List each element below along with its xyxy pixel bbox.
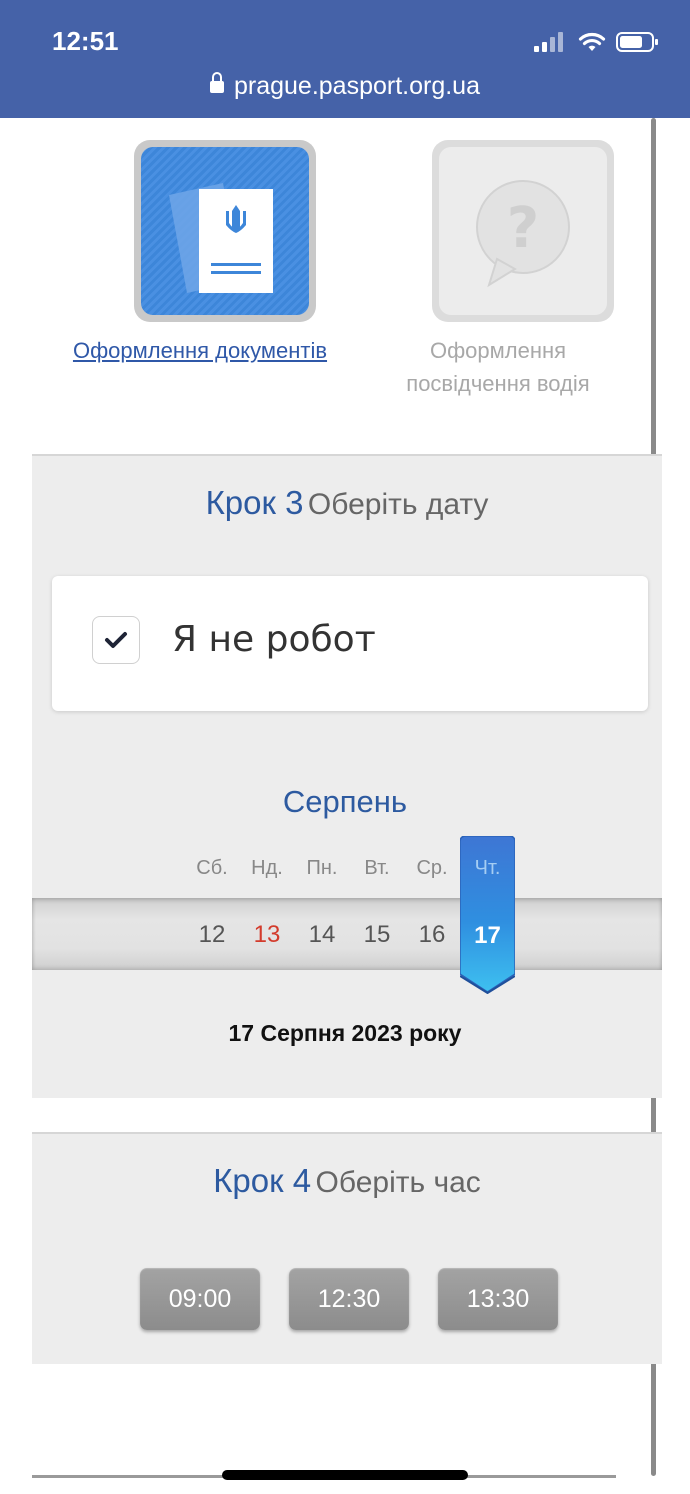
clock: 12:51 — [52, 26, 119, 56]
step3-heading: Крок 3 Оберіть дату — [32, 484, 662, 522]
selected-date-marker[interactable]: Чт. 17 — [460, 836, 515, 994]
date-option[interactable]: 12 — [187, 921, 237, 949]
wifi-icon — [578, 32, 606, 51]
captcha-label: Я не робот — [172, 619, 376, 660]
step3-panel: Крок 3 Оберіть дату — [32, 454, 662, 1098]
cellular-signal-icon — [534, 32, 563, 52]
address-bar[interactable]: prague.pasport.org.ua — [0, 72, 690, 101]
documents-service-tile[interactable] — [134, 140, 316, 322]
calendar-month: Серпень — [282, 784, 408, 819]
captcha-box: Я не робот — [52, 576, 648, 711]
system-icons — [534, 28, 660, 56]
step4-heading: Крок 4 Оберіть час — [32, 1162, 662, 1200]
selected-day-number: 17 — [474, 922, 501, 949]
weekday-label: Ср. — [416, 857, 448, 879]
driver-license-service-label: Оформлення посвідчення водія — [406, 338, 590, 396]
date-strip — [32, 898, 662, 970]
date-option[interactable]: 15 — [352, 921, 402, 949]
driver-license-service-tile: ? — [432, 140, 614, 322]
checkmark-icon — [105, 632, 127, 648]
time-slot-button[interactable]: 09:00 — [140, 1268, 260, 1330]
svg-text:?: ? — [507, 196, 539, 261]
weekday-label: Вт. — [364, 857, 390, 879]
documents-service-link[interactable]: Оформлення документів — [40, 334, 360, 367]
weekday-label: Сб. — [196, 857, 228, 879]
question-bubble-icon: ? — [476, 180, 570, 288]
ukrainian-passport-icon — [169, 183, 273, 293]
step3-title: Оберіть дату — [307, 488, 489, 521]
time-slot-button[interactable]: 13:30 — [438, 1268, 558, 1330]
weekday-label: Пн. — [306, 857, 338, 879]
browser-status-bar: 12:51 prague.pasport.org.ua — [0, 0, 690, 118]
captcha-checkbox[interactable] — [92, 616, 140, 664]
step3-number: Крок 3 — [205, 484, 304, 521]
lock-icon — [209, 72, 224, 93]
selected-weekday-label: Чт. — [474, 857, 501, 879]
date-option[interactable]: 16 — [407, 921, 457, 949]
weekday-label: Нд. — [251, 857, 283, 879]
battery-icon — [616, 32, 658, 52]
step4-title: Оберіть час — [315, 1166, 481, 1199]
date-option-sunday[interactable]: 13 — [242, 921, 292, 949]
time-slot-button[interactable]: 12:30 — [289, 1268, 409, 1330]
selected-date-text: 17 Серпня 2023 року — [228, 1020, 462, 1046]
home-indicator[interactable] — [222, 1470, 468, 1480]
date-option[interactable]: 14 — [297, 921, 347, 949]
step4-number: Крок 4 — [213, 1162, 312, 1199]
url-text: prague.pasport.org.ua — [233, 72, 480, 100]
